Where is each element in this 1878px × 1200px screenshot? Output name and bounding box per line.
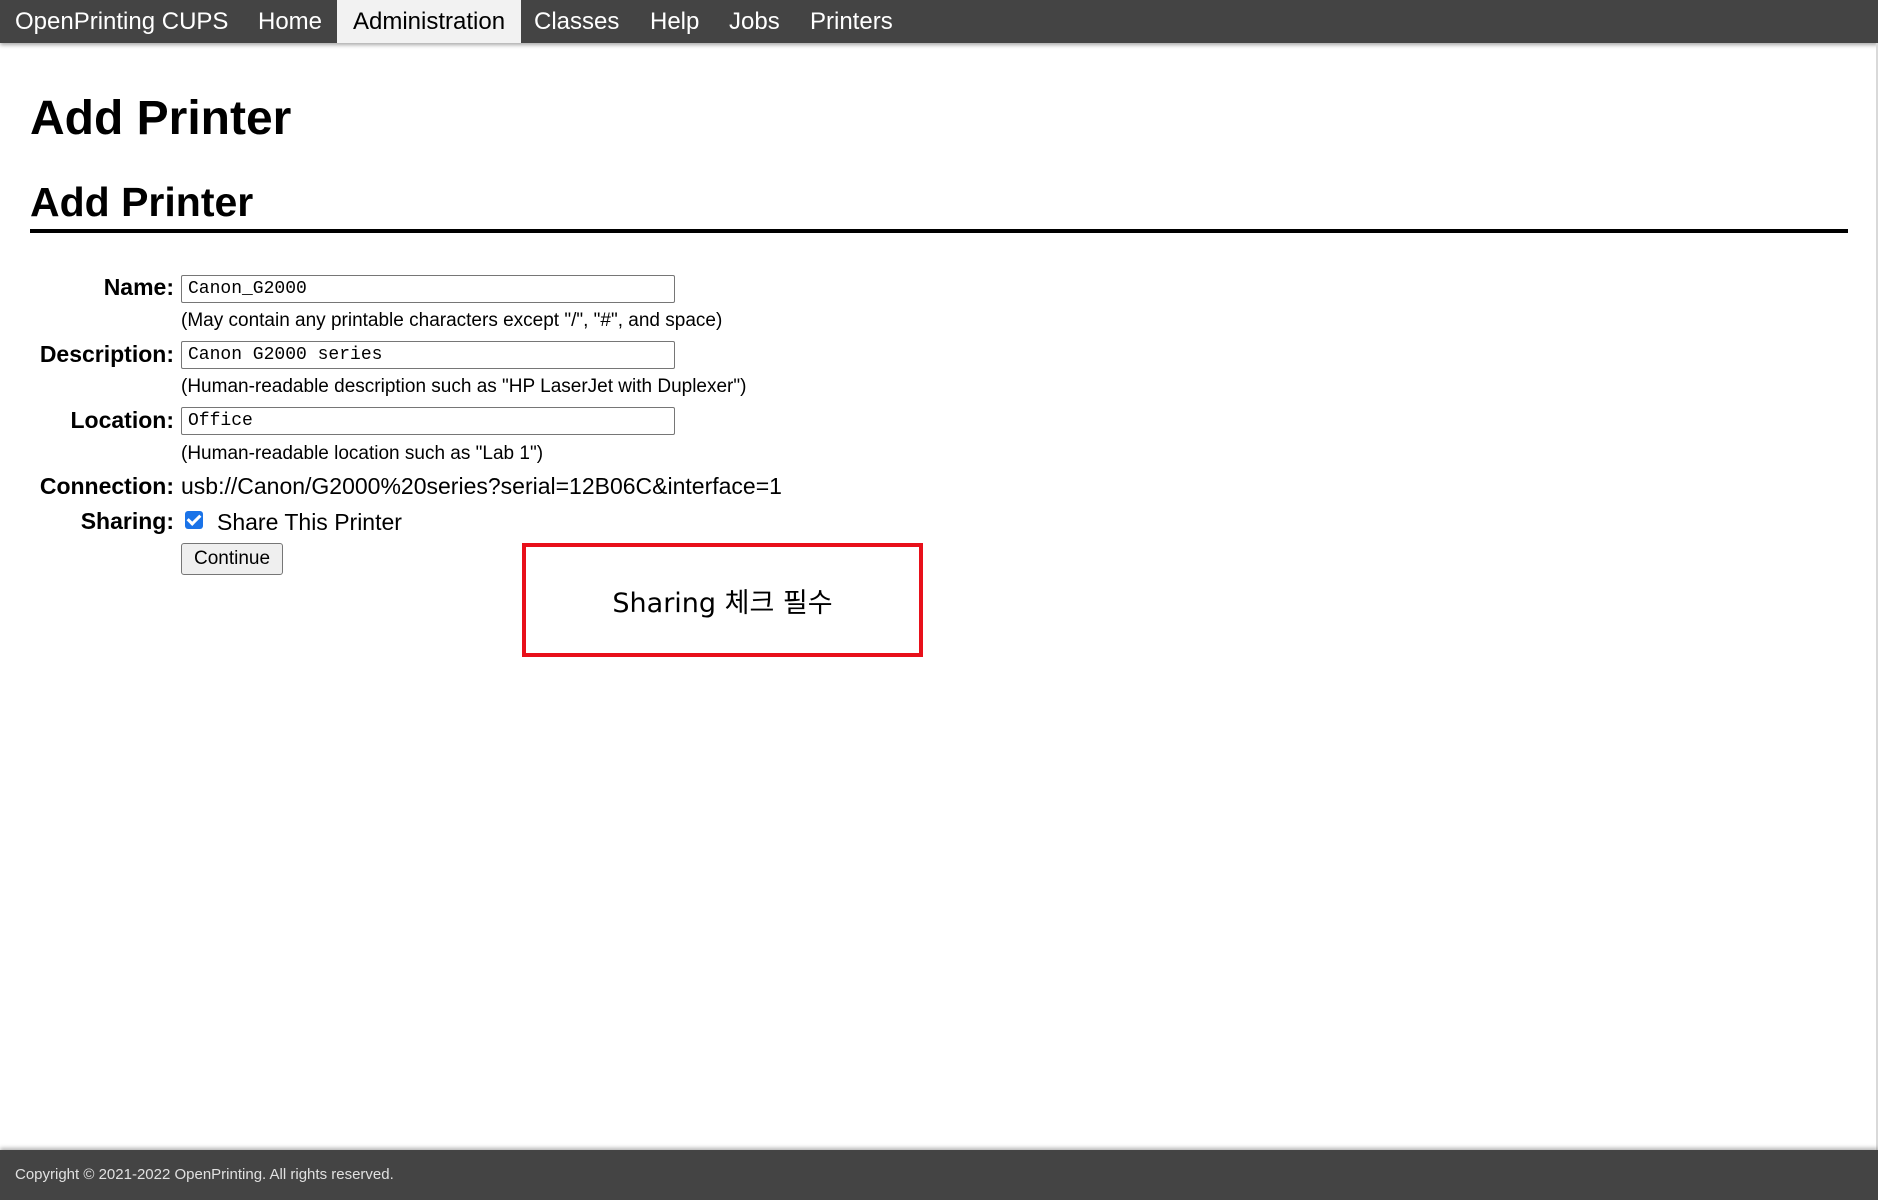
share-printer-checkbox-label[interactable]: Share This Printer [217,508,402,536]
location-field[interactable] [181,407,675,435]
footer: Copyright © 2021-2022 OpenPrinting. All … [0,1150,1878,1200]
name-field[interactable] [181,275,675,303]
description-hint: (Human-readable description such as "HP … [181,376,747,397]
continue-button[interactable]: Continue [181,543,284,575]
nav-item-printers[interactable]: Printers [810,0,893,43]
description-label: Description: [39,341,174,367]
cups-add-printer-page: OpenPrinting CUPS Home Administration Cl… [0,0,1878,1200]
nav-item-administration[interactable]: Administration [337,0,522,43]
location-hint: (Human-readable location such as "Lab 1"… [181,443,544,464]
sharing-annotation-box: Sharing 체크 필수 [522,543,923,657]
name-label: Name: [103,274,174,300]
section-divider [30,229,1848,233]
nav-item-help[interactable]: Help [650,0,699,43]
footer-copyright: Copyright © 2021-2022 OpenPrinting. All … [15,1166,394,1183]
share-printer-checkbox[interactable] [185,511,203,529]
name-hint: (May contain any printable characters ex… [181,310,723,331]
top-navbar: OpenPrinting CUPS Home Administration Cl… [0,0,1878,43]
nav-item-jobs[interactable]: Jobs [729,0,780,43]
nav-brand-link[interactable]: OpenPrinting CUPS [15,0,228,43]
nav-item-home[interactable]: Home [258,0,322,43]
connection-label: Connection: [39,473,174,499]
location-label: Location: [70,407,175,433]
description-field[interactable] [181,341,675,369]
annotation-text: Sharing 체크 필수 [612,587,833,619]
connection-value: usb://Canon/G2000%20series?serial=12B06C… [181,473,782,499]
sharing-label: Sharing: [80,508,174,534]
nav-item-classes[interactable]: Classes [534,0,619,43]
page-title: Add Printer [30,92,292,145]
section-title: Add Printer [30,179,254,225]
